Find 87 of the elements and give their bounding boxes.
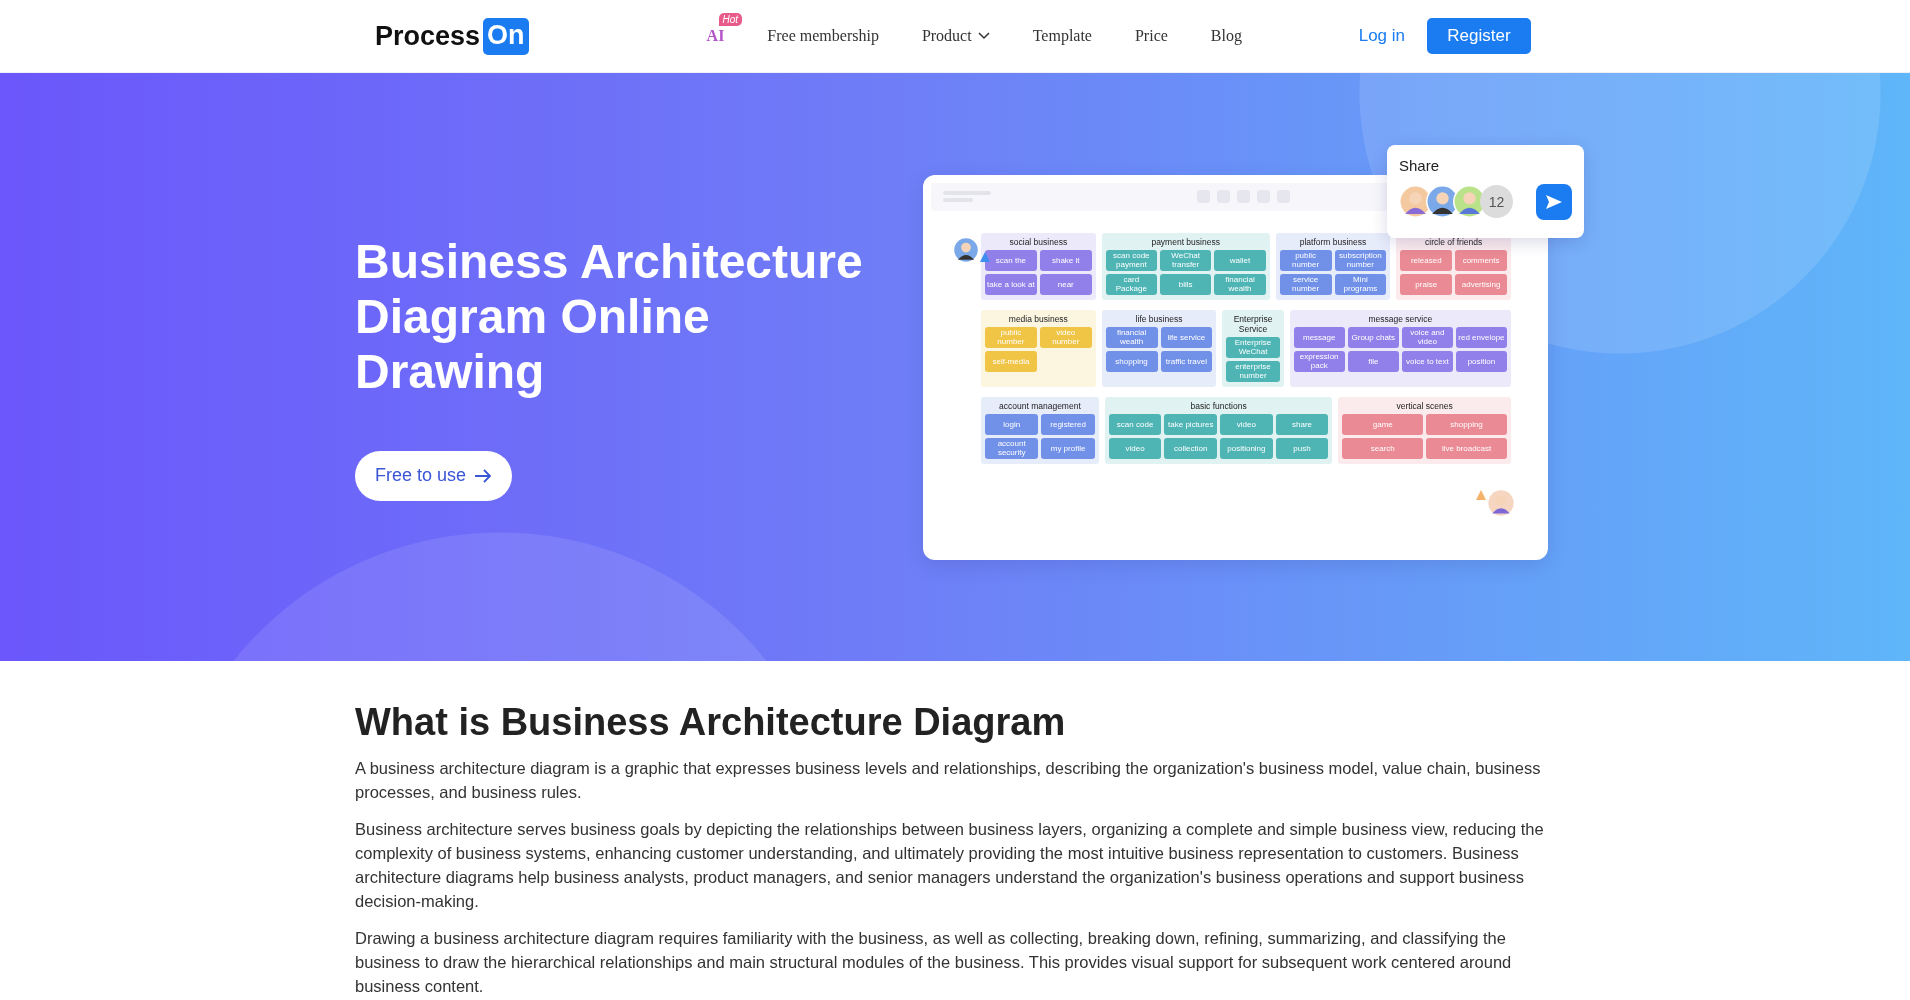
group-title: life business [1134,313,1184,324]
diagram-node: message [1293,326,1345,348]
group-title: platform business [1298,236,1368,247]
diagram-node: service number [1279,273,1332,295]
diagram-node: self-media [985,350,1037,372]
diagram-node: registered [1041,413,1095,435]
group-title: basic functions [1189,400,1248,411]
group-title: social business [1008,236,1069,247]
diagram-node: financial wealth [1214,273,1266,295]
diagram-node: Enterprise WeChat [1226,336,1280,358]
section-heading: What is Business Architecture Diagram [355,701,1067,744]
logo-badge: On [483,17,529,55]
nav-dropdown[interactable]: Product [921,27,990,45]
login-link[interactable]: Log in [1358,26,1405,46]
avatar [1487,488,1515,517]
logo-text: Process [375,20,481,52]
group-title: vertical scenes [1395,400,1454,411]
diagram-node: bills [1160,273,1212,295]
diagram-node: expression pack [1293,350,1345,372]
nav-link[interactable]: Free membership [767,27,879,45]
diagram-node: share [1275,413,1329,435]
group-title: payment business [1150,236,1221,247]
avatar [953,236,979,263]
diagram-node: collection [1164,437,1218,459]
diagram-node: released [1400,249,1453,271]
diagram-node: near [1039,273,1092,295]
diagram-node: search [1342,437,1424,459]
group-title: media business [1007,313,1069,324]
paragraph: A business architecture diagram is a graphic that expresses business levels and relationships, describing the organization's business model, value chain, business processes, and business rules. [355,758,1542,803]
chevron-down-icon [977,32,990,40]
diagram-node: voice and video [1401,326,1453,348]
diagram-node: public number [985,326,1037,348]
nav-link[interactable]: AI [706,27,725,45]
nav-link[interactable]: Blog [1210,27,1242,45]
diagram-node: advertising [1455,273,1507,295]
diagram-node: Mini programs [1334,273,1387,295]
send-icon [1545,193,1563,210]
diagram-node: financial wealth [1105,326,1158,348]
hot-badge: Hot [718,13,743,26]
diagram-node: scan code [1108,413,1162,435]
group-title: Enterprise Service [1232,313,1274,334]
diagram-node: comments [1455,249,1507,271]
member-count: 12 [1480,185,1513,218]
arrow-right-icon [474,468,493,483]
hero-title: Business Architecture Diagram Online Drawing [355,233,864,399]
diagram-node: red envelope [1455,326,1507,348]
diagram-node: subscription number [1334,249,1387,271]
diagram-node: live broadcast [1426,437,1507,459]
diagram-node: login [985,413,1039,435]
diagram-node: take pictures [1164,413,1218,435]
diagram-node: video number [1039,326,1092,348]
diagram-node: push [1275,437,1329,459]
nav-link[interactable]: Template [1032,27,1092,45]
diagram-node: traffic travel [1160,350,1213,372]
diagram-node: shopping [1426,413,1507,435]
diagram-node: voice to text [1401,350,1453,372]
diagram-node: game [1342,413,1424,435]
register-button[interactable]: Register [1427,18,1531,54]
free-to-use-button[interactable]: Free to use [355,450,513,501]
diagram-node: Group chats [1347,326,1399,348]
group-title: circle of friends [1424,236,1484,247]
paragraph: Business architecture serves business goals by depicting the relationships between business layers, organizing a complete and simple business view, reducing the complexity of business systems, enhancing customer understanding, and ultimately providing the most intuitive business representation to customers. Business architecture diagrams help business analysts, product managers, and senior managers understand the organization's business operations and support business decision-making. [355,819,1545,912]
send-button[interactable] [1536,183,1572,220]
diagram-node: praise [1400,273,1453,295]
diagram-node: wallet [1214,249,1266,271]
diagram-node: public number [1279,249,1332,271]
group-title: message service [1367,313,1434,324]
diagram-node: shake it [1039,249,1092,271]
diagram-node: file [1347,350,1399,372]
diagram-node: scan the [985,249,1037,271]
paragraph: Drawing a business architecture diagram requires familiarity with the business, as well as collecting, breaking down, refining, summarizing, and classifying the business to draw the hierarchical relationships and main structural modules of the business. This provides visual support for subsequent work centered around business content. [355,928,1513,997]
diagram-node: life service [1160,326,1213,348]
diagram-node: account security [985,437,1039,459]
diagram-node: video [1220,413,1273,435]
diagram-node: positioning [1220,437,1273,459]
diagram-node: position [1455,350,1507,372]
diagram-node: shopping [1105,350,1158,372]
diagram-node: video [1108,437,1162,459]
diagram-node: take a look at [985,273,1037,295]
nav-link[interactable]: Price [1134,27,1168,45]
diagram-node: scan code payment [1105,249,1157,271]
group-title: account management [998,400,1082,411]
diagram-node: WeChat transfer [1160,249,1212,271]
diagram-node: my profile [1041,437,1095,459]
share-title: Share [1399,156,1441,174]
diagram-node: enterprise number [1226,360,1280,382]
diagram-node: card Package [1105,273,1157,295]
